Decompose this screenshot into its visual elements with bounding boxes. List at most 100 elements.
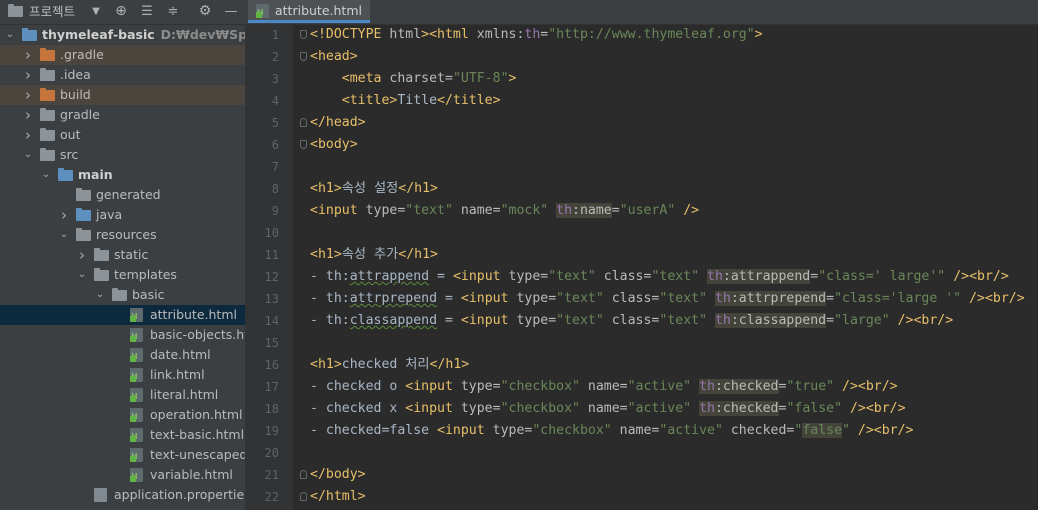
tree-item-templates[interactable]: ⌄ templates xyxy=(0,265,245,285)
tree-item-gradle[interactable]: › .gradle xyxy=(0,45,245,65)
fold-start-icon[interactable] xyxy=(300,52,307,61)
code-line[interactable]: </html> xyxy=(310,486,366,508)
chevron-right-icon[interactable]: › xyxy=(22,85,34,105)
tree-item-application-properties[interactable]: application.properties xyxy=(0,485,245,505)
line-number: 12 xyxy=(264,270,279,284)
tree-item-generated[interactable]: generated xyxy=(0,185,245,205)
line-number: 17 xyxy=(264,380,279,394)
chevron-down-icon[interactable]: ⌄ xyxy=(40,165,52,185)
tree-item-label: text-unescaped.html xyxy=(150,447,245,462)
line-number: 14 xyxy=(264,314,279,328)
tree-item-text-basic-html[interactable]: Htext-basic.html xyxy=(0,425,245,445)
tree-item-operation-html[interactable]: Hoperation.html xyxy=(0,405,245,425)
code-line[interactable]: - checked=false <input type="checkbox" n… xyxy=(310,420,914,442)
code-line[interactable]: </body> xyxy=(310,464,366,486)
chevron-down-icon[interactable]: ⌄ xyxy=(94,285,106,305)
chevron-down-icon[interactable]: ⌄ xyxy=(22,145,34,165)
locate-icon[interactable]: ⊕ xyxy=(112,0,130,24)
tree-item-thymeleaf-basic[interactable]: ⌄ thymeleaf-basicD:₩dev₩Spring₩4₩ xyxy=(0,25,245,45)
tree-item-idea[interactable]: › .idea xyxy=(0,65,245,85)
tree-item-basic[interactable]: ⌄ basic xyxy=(0,285,245,305)
tree-item-static[interactable]: › static xyxy=(0,245,245,265)
chevron-down-icon[interactable]: ⌄ xyxy=(76,265,88,285)
folder-icon xyxy=(94,248,109,261)
chevron-down-icon[interactable]: ⌄ xyxy=(4,25,16,45)
code-line[interactable]: <input type="text" name="mock" th:name="… xyxy=(310,200,699,222)
chevron-right-icon[interactable]: › xyxy=(22,45,34,65)
line-number: 11 xyxy=(264,248,279,262)
html-file-icon: H xyxy=(256,4,269,18)
tree-item-label: date.html xyxy=(150,347,211,362)
chevron-right-icon[interactable]: › xyxy=(58,205,70,225)
tree-item-link-html[interactable]: Hlink.html xyxy=(0,365,245,385)
code-line[interactable]: - th:attrappend = <input type="text" cla… xyxy=(310,266,1009,288)
code-line[interactable]: <h1>속성 추가</h1> xyxy=(310,244,438,266)
code-line[interactable]: <head> xyxy=(310,46,358,68)
tree-item-label: out xyxy=(60,127,81,142)
html-file-icon: H xyxy=(130,428,143,442)
tree-item-main[interactable]: ⌄ main xyxy=(0,165,245,185)
html-file-icon: H xyxy=(130,388,143,402)
tree-item-attribute-html[interactable]: Hattribute.html xyxy=(0,305,245,325)
chevron-down-icon[interactable]: ⌄ xyxy=(58,225,70,245)
tree-item-gradle[interactable]: › gradle xyxy=(0,105,245,125)
fold-end-icon[interactable] xyxy=(300,118,307,127)
line-number: 9 xyxy=(271,204,279,218)
project-tree: ⌄ thymeleaf-basicD:₩dev₩Spring₩4₩ › .gradle… xyxy=(0,25,245,510)
fold-start-icon[interactable] xyxy=(300,140,307,149)
collapse-all-icon[interactable]: ≑ xyxy=(164,0,182,24)
tree-item-literal-html[interactable]: Hliteral.html xyxy=(0,385,245,405)
code-line[interactable]: </head> xyxy=(310,112,366,134)
code-editor[interactable]: <!DOCTYPE html><html xmlns:th="http://ww… xyxy=(293,25,1038,510)
tree-item-label: operation.html xyxy=(150,407,243,422)
tree-item-text-unescaped-html[interactable]: Htext-unescaped.html xyxy=(0,445,245,465)
code-line[interactable]: <h1>checked 처리</h1> xyxy=(310,354,469,376)
tree-item-basic-objects-html[interactable]: Hbasic-objects.html xyxy=(0,325,245,345)
tree-item-label: variable.html xyxy=(150,467,233,482)
tree-item-date-html[interactable]: Hdate.html xyxy=(0,345,245,365)
project-panel: 프로젝트 ▼ ⊕ ☰ ≑ ⚙ — ⌄ thymeleaf-basic D:₩dev₩… xyxy=(0,0,245,510)
folder-icon xyxy=(40,128,55,141)
project-view-label[interactable]: 프로젝트 xyxy=(29,0,75,23)
fold-end-icon[interactable] xyxy=(300,492,307,501)
code-line[interactable]: - checked o <input type="checkbox" name=… xyxy=(310,376,898,398)
folder-icon xyxy=(40,148,55,161)
tree-item-label: thymeleaf-basicD:₩dev₩Spring₩4₩ xyxy=(42,25,245,45)
tab-attribute-html[interactable]: H attribute.html xyxy=(248,0,370,23)
tree-item-label: generated xyxy=(96,187,161,202)
chevron-right-icon[interactable]: › xyxy=(76,245,88,265)
tree-item-build[interactable]: › build xyxy=(0,85,245,105)
code-line[interactable]: <title>Title</title> xyxy=(310,90,501,112)
tree-item-label: basic xyxy=(132,287,165,302)
tree-item-out[interactable]: › out xyxy=(0,125,245,145)
chevron-right-icon[interactable]: › xyxy=(22,125,34,145)
tree-item-variable-html[interactable]: Hvariable.html xyxy=(0,465,245,485)
tree-item-src[interactable]: ⌄ src xyxy=(0,145,245,165)
code-line[interactable]: <!DOCTYPE html><html xmlns:th="http://ww… xyxy=(310,24,763,46)
tree-item-java[interactable]: › java xyxy=(0,205,245,225)
code-line[interactable]: - th:attrprepend = <input type="text" cl… xyxy=(310,288,1025,310)
excluded-folder-icon xyxy=(40,48,55,61)
folder-icon xyxy=(112,288,127,301)
fold-start-icon[interactable] xyxy=(300,30,307,39)
gear-icon[interactable]: ⚙ xyxy=(196,0,214,24)
tree-item-resources[interactable]: ⌄ resources xyxy=(0,225,245,245)
html-file-icon: H xyxy=(130,468,143,482)
code-line[interactable]: <meta charset="UTF-8"> xyxy=(310,68,517,90)
chevron-down-icon[interactable]: ▼ xyxy=(88,0,104,24)
folder-icon xyxy=(40,68,55,81)
chevron-right-icon[interactable]: › xyxy=(22,65,34,85)
line-number: 10 xyxy=(264,226,279,240)
html-file-icon: H xyxy=(130,408,143,422)
line-number: 16 xyxy=(264,358,279,372)
expand-all-icon[interactable]: ☰ xyxy=(138,0,156,24)
code-line[interactable]: - th:classappend = <input type="text" cl… xyxy=(310,310,953,332)
fold-end-icon[interactable] xyxy=(300,470,307,479)
minimize-icon[interactable]: — xyxy=(222,0,240,24)
code-line[interactable]: <h1>속성 설정</h1> xyxy=(310,178,438,200)
folder-icon xyxy=(94,268,109,281)
chevron-right-icon[interactable]: › xyxy=(22,105,34,125)
line-number: 1 xyxy=(271,28,279,42)
code-line[interactable]: <body> xyxy=(310,134,358,156)
code-line[interactable]: - checked x <input type="checkbox" name=… xyxy=(310,398,906,420)
